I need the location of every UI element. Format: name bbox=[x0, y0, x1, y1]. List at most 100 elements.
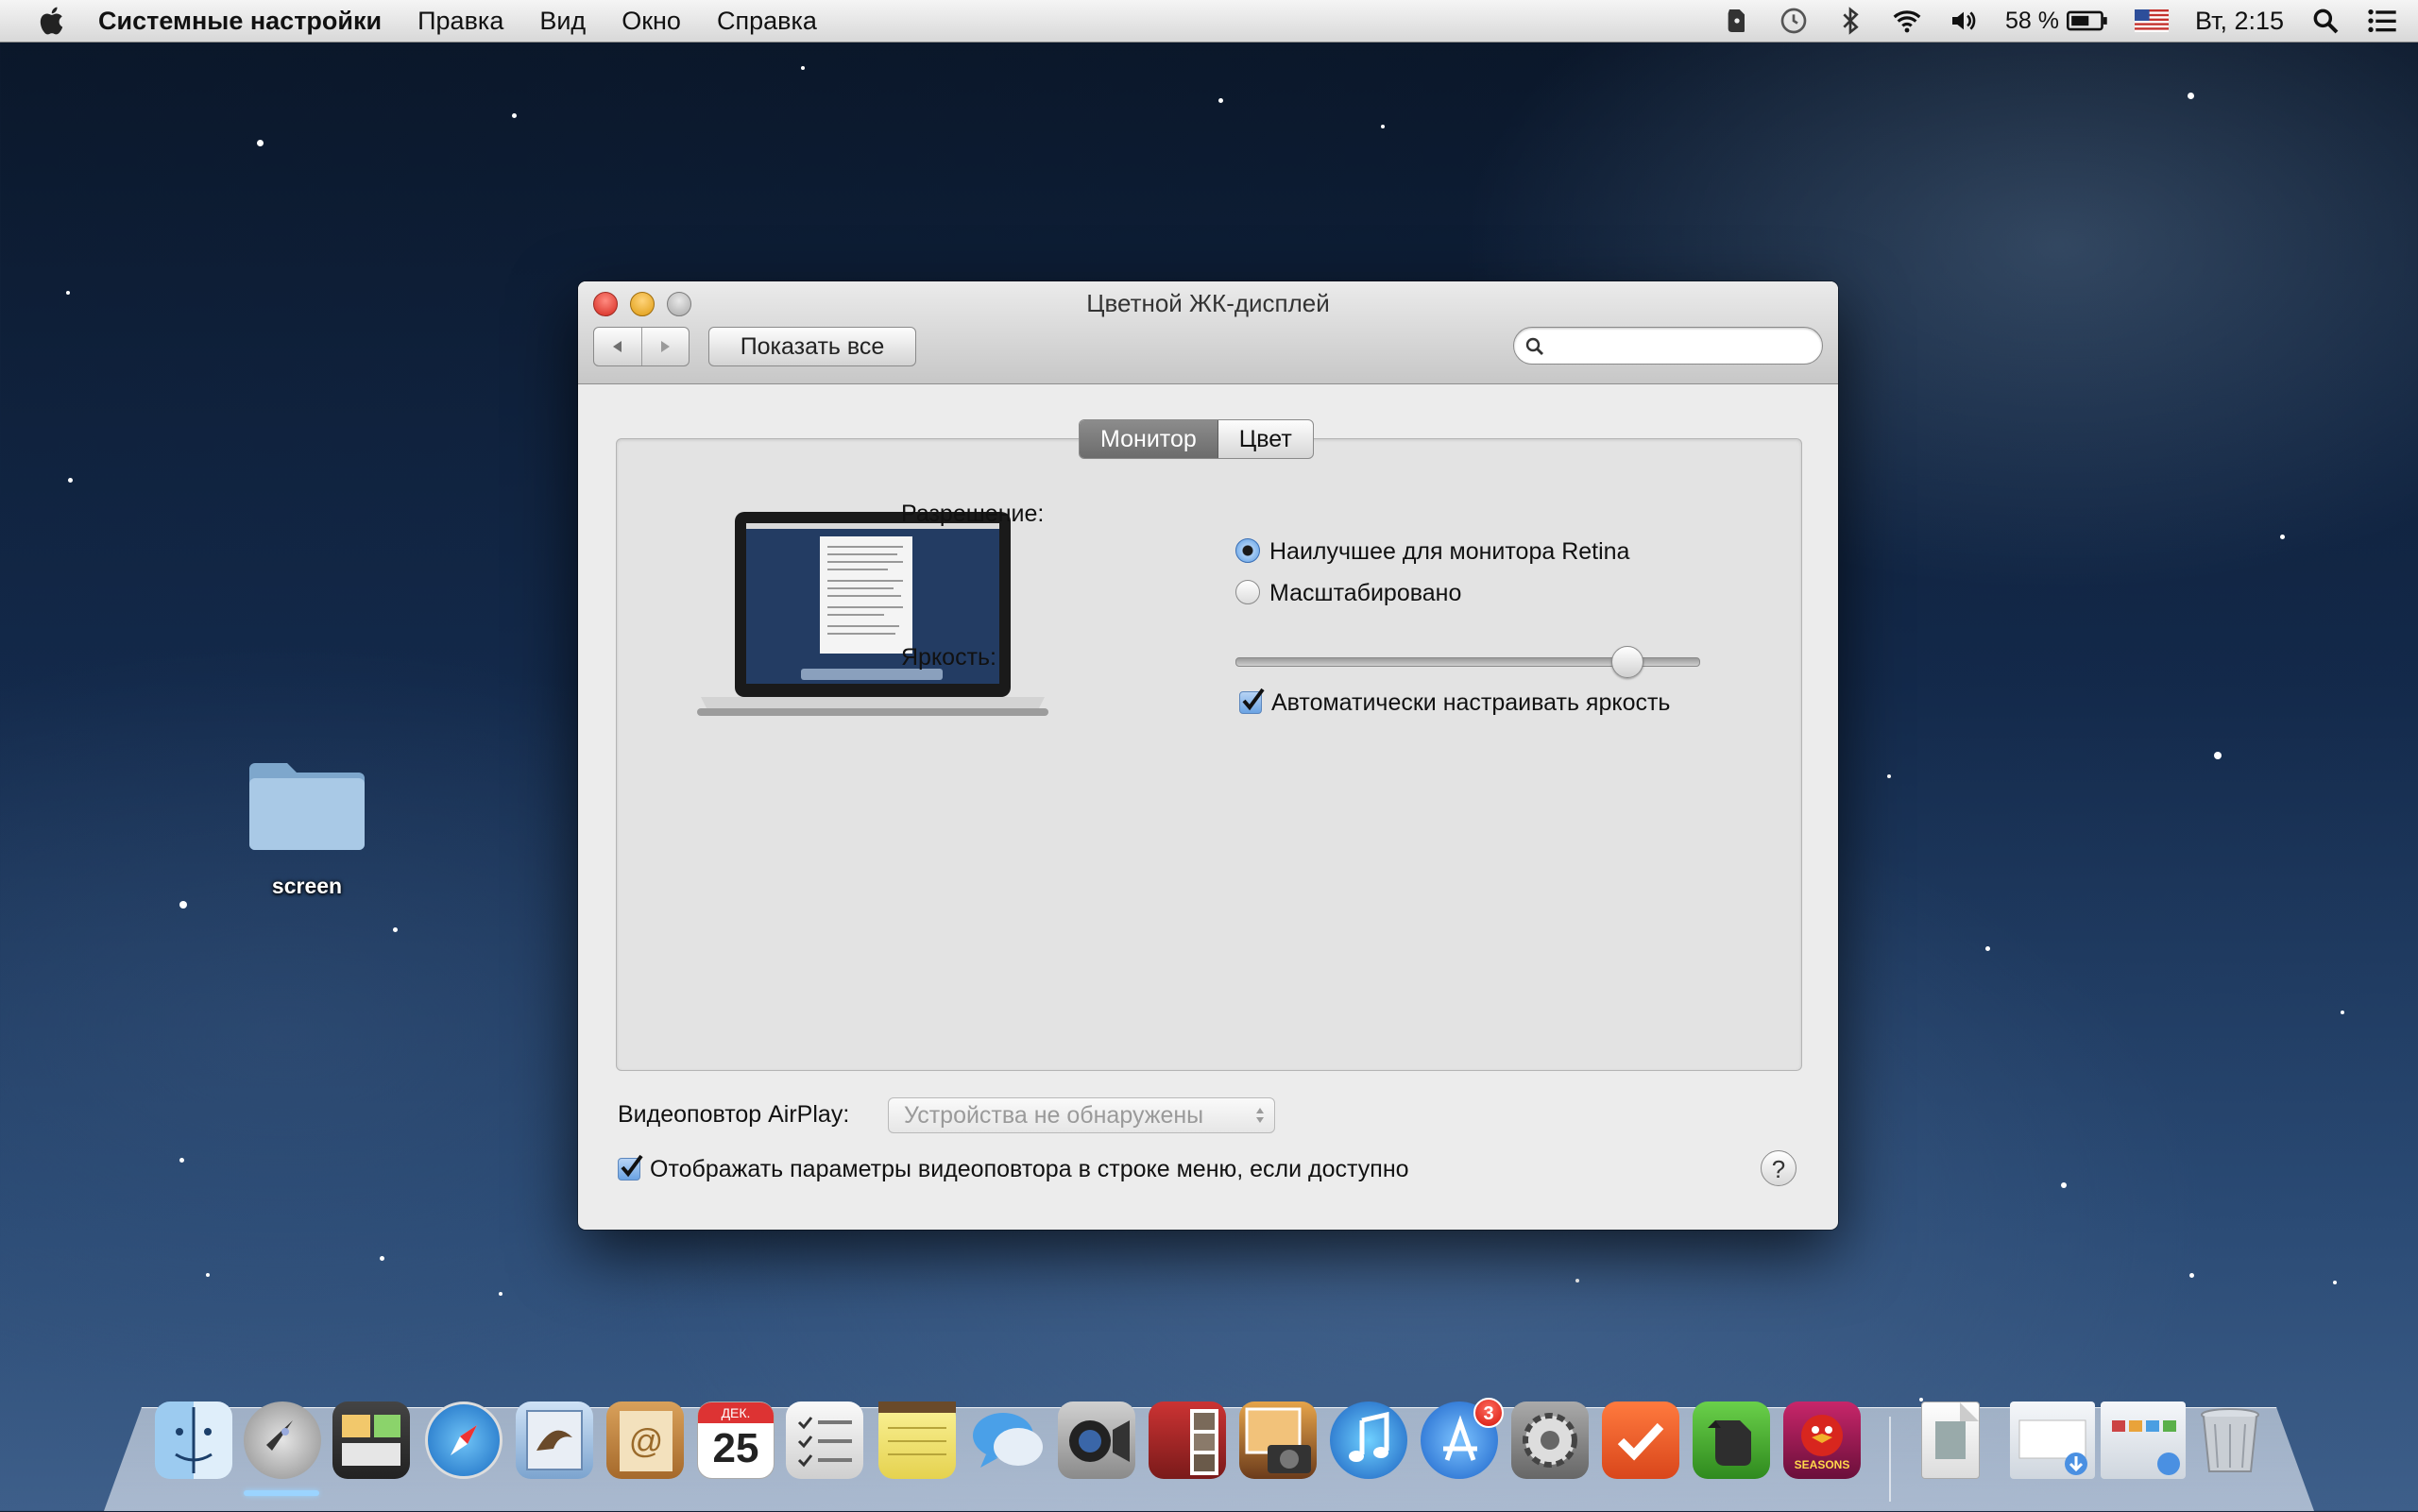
triangle-right-icon bbox=[661, 341, 671, 352]
evernote-app-icon[interactable] bbox=[1693, 1402, 1770, 1479]
airplay-popup-value: Устройства не обнаружены bbox=[904, 1102, 1204, 1129]
airplay-label: Видеоповтор AirPlay: bbox=[618, 1101, 850, 1128]
calendar-day: 25 bbox=[712, 1425, 759, 1471]
eagle-stamp-icon bbox=[526, 1410, 583, 1470]
back-forward-control bbox=[593, 327, 690, 366]
system-preferences-icon[interactable] bbox=[1511, 1402, 1589, 1479]
trash-can-icon bbox=[2201, 1408, 2259, 1472]
window-toolbar: Цветной ЖК-дисплей Показать все bbox=[578, 281, 1838, 384]
itunes-icon[interactable] bbox=[1330, 1402, 1407, 1479]
auto-brightness-label[interactable]: Автоматически настраивать яркость bbox=[1271, 689, 1670, 717]
display-preferences-window: Цветной ЖК-дисплей Показать все Монитор … bbox=[578, 281, 1838, 1230]
volume-icon[interactable] bbox=[1949, 6, 1979, 36]
safari-icon[interactable] bbox=[425, 1402, 502, 1479]
download-arrow-icon bbox=[2018, 1419, 2087, 1475]
resolution-scaled-label[interactable]: Масштабировано bbox=[1269, 580, 1461, 607]
app-grid-icon bbox=[2112, 1420, 2180, 1475]
macbook-illustration bbox=[697, 512, 1048, 716]
menu-app-name[interactable]: Системные настройки bbox=[98, 7, 382, 36]
applications-stack-icon[interactable] bbox=[2101, 1402, 2186, 1479]
photos-camera-icon bbox=[1245, 1407, 1311, 1473]
at-sign-icon: @ bbox=[620, 1411, 673, 1471]
checkmark-icon bbox=[1242, 688, 1265, 711]
calendar-icon[interactable]: ДЕК. 25 bbox=[697, 1402, 775, 1479]
photo-booth-icon[interactable] bbox=[1149, 1402, 1226, 1479]
resolution-retina-label[interactable]: Наилучшее для монитора Retina bbox=[1269, 538, 1629, 566]
battery-icon[interactable] bbox=[2066, 8, 2108, 34]
tab-monitor[interactable]: Монитор bbox=[1080, 420, 1218, 458]
elephant-icon bbox=[1708, 1420, 1751, 1466]
menu-bar: Системные настройки Правка Вид Окно Спра… bbox=[0, 0, 2418, 42]
finder-icon[interactable] bbox=[155, 1402, 232, 1479]
show-mirroring-checkbox[interactable] bbox=[618, 1154, 643, 1181]
reminders-icon[interactable] bbox=[786, 1402, 863, 1479]
us-flag-icon[interactable] bbox=[2134, 9, 2169, 32]
back-button[interactable] bbox=[594, 328, 641, 365]
rocket-icon bbox=[266, 1420, 293, 1451]
search-input[interactable] bbox=[1552, 331, 1811, 360]
bluetooth-icon[interactable] bbox=[1835, 6, 1865, 36]
show-mirroring-label[interactable]: Отображать параметры видеоповтора в стро… bbox=[650, 1156, 1409, 1183]
documents-stack-icon[interactable] bbox=[1921, 1402, 1980, 1479]
triangle-left-icon bbox=[612, 341, 622, 352]
resolution-scaled-radio[interactable] bbox=[1235, 580, 1260, 604]
contacts-icon[interactable]: @ bbox=[606, 1402, 684, 1479]
resolution-label: Разрешение: bbox=[901, 501, 1045, 527]
notes-icon[interactable] bbox=[878, 1402, 956, 1479]
window-title: Цветной ЖК-дисплей bbox=[1086, 289, 1330, 317]
wifi-icon[interactable] bbox=[1892, 6, 1922, 36]
folder-icon[interactable] bbox=[246, 756, 368, 854]
downloads-stack-icon[interactable] bbox=[2010, 1402, 2095, 1479]
wunderlist-icon[interactable] bbox=[1602, 1402, 1679, 1479]
list-icon[interactable] bbox=[2367, 6, 2397, 36]
checkmark-icon bbox=[621, 1154, 643, 1178]
search-field[interactable] bbox=[1513, 327, 1823, 365]
camera-icon bbox=[1069, 1420, 1130, 1462]
menu-window[interactable]: Окно bbox=[622, 7, 681, 36]
check-icon bbox=[1617, 1422, 1664, 1461]
show-all-button[interactable]: Показать все bbox=[708, 327, 916, 366]
resolution-retina-radio[interactable] bbox=[1235, 538, 1260, 563]
evernote-icon[interactable] bbox=[1722, 6, 1752, 36]
widgets-icon bbox=[342, 1415, 400, 1466]
battery-percent[interactable]: 58 % bbox=[2005, 8, 2059, 35]
menu-edit[interactable]: Правка bbox=[417, 7, 503, 36]
iphoto-icon[interactable] bbox=[1239, 1402, 1317, 1479]
time-machine-icon[interactable] bbox=[1779, 6, 1809, 36]
dashboard-icon[interactable] bbox=[332, 1402, 410, 1479]
gear-icon bbox=[1523, 1413, 1577, 1468]
document-icon bbox=[1935, 1402, 1979, 1459]
trash-icon[interactable] bbox=[2191, 1402, 2269, 1479]
desktop-folder-label[interactable]: screen bbox=[213, 874, 401, 899]
mail-icon[interactable] bbox=[516, 1402, 593, 1479]
app-store-badge: 3 bbox=[1473, 1398, 1504, 1428]
tab-control: Монитор Цвет bbox=[1079, 419, 1314, 459]
finder-running-indicator bbox=[244, 1490, 319, 1496]
tab-color[interactable]: Цвет bbox=[1218, 420, 1313, 458]
menu-help[interactable]: Справка bbox=[717, 7, 817, 36]
airplay-popup[interactable]: Устройства не обнаружены bbox=[888, 1097, 1275, 1133]
apple-menu-icon[interactable] bbox=[36, 4, 70, 38]
notepad-icon bbox=[878, 1402, 956, 1455]
forward-button[interactable] bbox=[640, 328, 690, 365]
photo-strip-icon bbox=[1190, 1409, 1218, 1475]
spotlight-icon[interactable] bbox=[2310, 6, 2341, 36]
calendar-month: ДЕК. bbox=[698, 1402, 774, 1423]
updown-arrows-icon bbox=[1256, 1108, 1264, 1123]
auto-brightness-checkbox[interactable] bbox=[1239, 688, 1265, 714]
music-note-icon bbox=[1349, 1411, 1389, 1462]
speech-bubbles-icon bbox=[973, 1413, 1043, 1468]
angry-birds-seasons-icon[interactable]: SEASONS bbox=[1783, 1402, 1861, 1479]
help-button[interactable]: ? bbox=[1761, 1150, 1796, 1186]
checklist-icon bbox=[797, 1417, 852, 1468]
angry-birds-label: SEASONS bbox=[1794, 1458, 1850, 1471]
messages-icon[interactable] bbox=[969, 1402, 1047, 1479]
compass-icon bbox=[451, 1425, 477, 1455]
facetime-icon[interactable] bbox=[1058, 1402, 1135, 1479]
menu-clock[interactable]: Вт, 2:15 bbox=[2195, 7, 2284, 36]
svg-text:@: @ bbox=[629, 1421, 664, 1460]
launchpad-icon[interactable] bbox=[244, 1402, 321, 1479]
dock-separator bbox=[1889, 1417, 1891, 1502]
menu-view[interactable]: Вид bbox=[539, 7, 586, 36]
brightness-label: Яркость: bbox=[901, 644, 997, 671]
